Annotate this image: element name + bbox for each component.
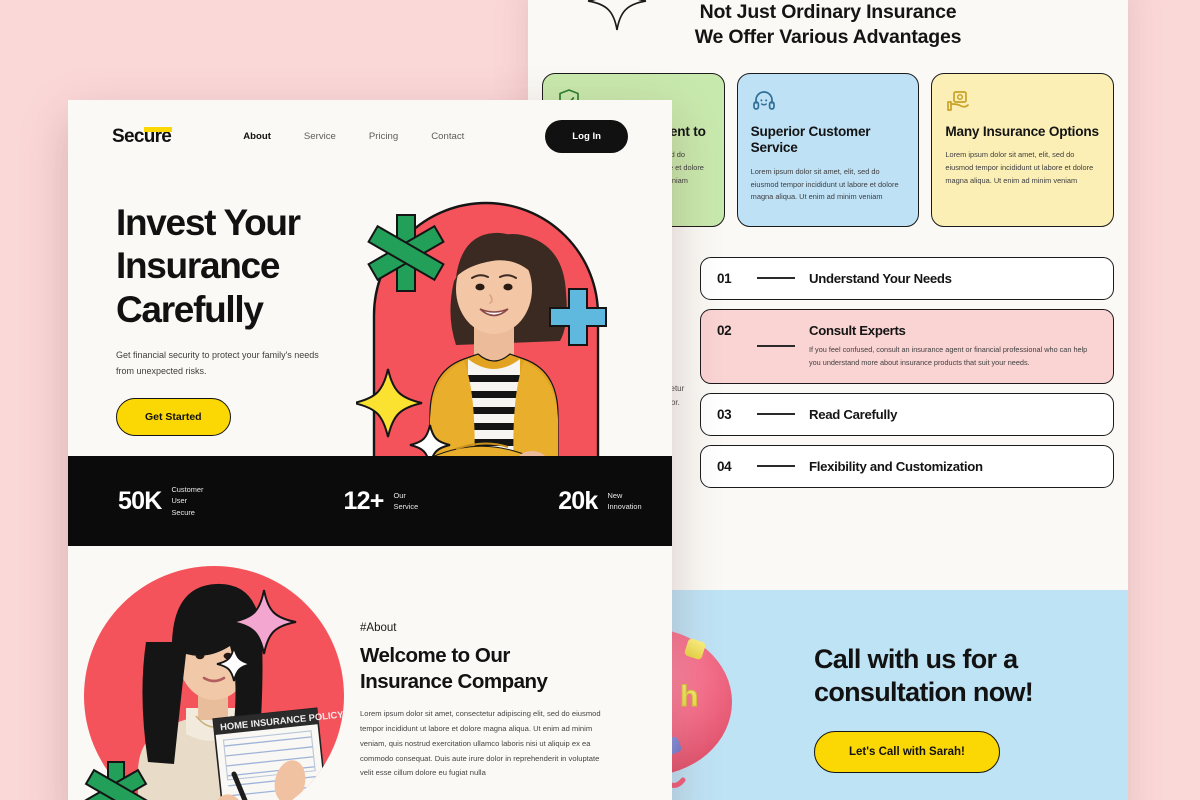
stat-label-line1: Our: [393, 490, 406, 500]
svg-text:h: h: [680, 680, 698, 713]
login-button[interactable]: Log In: [545, 120, 628, 153]
nav-link-service[interactable]: Service: [304, 131, 336, 142]
stat-label-line2: User Secure: [171, 496, 195, 517]
accordion-item-read-carefully[interactable]: 03 Read Carefully: [699, 392, 1114, 436]
advantages-header: Not Just Ordinary Insurance We Offer Var…: [528, 0, 1128, 63]
step-number: 01: [716, 270, 732, 286]
consultation-copy: Call with us for a consultation now! Let…: [814, 643, 1128, 773]
step-number: 04: [716, 458, 732, 474]
advantage-card-body: Lorem ipsum dolor sit amet, elit, sed do…: [945, 150, 1094, 185]
consultation-title-line1: Call with us for a: [814, 644, 1018, 675]
stat-value: 50K: [118, 486, 162, 515]
advantage-card-body: Lorem ipsum dolor sit amet, elit, sed do…: [750, 166, 899, 202]
stat-label-line1: New: [607, 490, 623, 500]
about-illustration: HOME INSURANCE POLICY: [68, 546, 360, 800]
step-content: Understand Your Needs: [809, 271, 1097, 286]
logo[interactable]: Secure: [112, 126, 172, 148]
step-title: Understand Your Needs: [808, 270, 952, 286]
nav-link-about[interactable]: About: [243, 131, 271, 142]
logo-accent-bar: [144, 126, 172, 132]
stat-label: New Innovation: [608, 490, 642, 513]
hand-money-icon: [947, 90, 970, 111]
step-content: Read Carefully: [809, 407, 1097, 422]
step-title: Flexibility and Customization: [808, 458, 983, 474]
call-sarah-label: Let's Call with Sarah!: [849, 745, 965, 758]
consultation-title-line2: consultation now!: [814, 677, 1034, 707]
stat-services: 12+ Our Service: [344, 487, 419, 516]
stat-label-line2: Service: [393, 502, 419, 511]
step-number: 03: [716, 406, 732, 422]
advantages-title-line2: We Offer Various Advantages: [694, 26, 962, 49]
step-description: If you feel confused, consult an insuran…: [808, 344, 1088, 367]
steps-accordion: 01 Understand Your Needs 02 Consult Expe…: [699, 256, 1114, 488]
step-title: Read Carefully: [808, 406, 898, 422]
step-divider: [756, 407, 809, 422]
about-title: Welcome to Our Insurance Company: [360, 643, 642, 694]
about-copy: #About Welcome to Our Insurance Company …: [360, 546, 672, 800]
get-started-button[interactable]: Get Started: [116, 398, 231, 437]
get-started-label: Get Started: [145, 411, 202, 424]
stat-value: 20k: [558, 486, 598, 515]
accordion-item-understand-needs[interactable]: 01 Understand Your Needs: [699, 256, 1114, 300]
hero-copy: Invest Your Insurance Carefully Get fina…: [116, 197, 384, 453]
hero-section: Invest Your Insurance Carefully Get fina…: [68, 153, 672, 511]
stat-customers: 50K Customer User Secure: [118, 484, 204, 518]
step-content: Consult Experts If you feel confused, co…: [809, 323, 1097, 370]
about-body: Lorem ipsum dolor sit amet, consectetur …: [360, 709, 601, 778]
stat-label: Customer User Secure: [171, 484, 203, 518]
home-page-panel: Secure About Service Pricing Contact Log…: [68, 100, 672, 800]
nav-links: About Service Pricing Contact: [243, 131, 464, 142]
nav-link-contact[interactable]: Contact: [431, 131, 464, 142]
hero-title-line3: Carefully: [116, 288, 264, 330]
hero-title-line2: Insurance: [116, 245, 280, 287]
about-title-line1: Welcome to Our: [360, 644, 510, 667]
advantage-card-title: Many Insurance Options: [945, 123, 1099, 139]
step-content: Flexibility and Customization: [809, 459, 1097, 474]
stat-label-line2: Innovation: [607, 502, 642, 511]
step-number: 02: [716, 322, 732, 338]
accordion-item-flexibility[interactable]: 04 Flexibility and Customization: [699, 444, 1114, 488]
hero-title-line1: Invest Your: [116, 202, 301, 243]
headset-support-icon: [752, 90, 775, 110]
step-title: Consult Experts: [808, 322, 906, 338]
hero-title: Invest Your Insurance Carefully: [116, 201, 384, 331]
nav-link-pricing[interactable]: Pricing: [369, 131, 398, 142]
consultation-title: Call with us for a consultation now!: [814, 643, 1100, 709]
advantages-title-line1: Not Just Ordinary Insurance: [699, 1, 957, 23]
hero-subtitle: Get financial security to protect your f…: [116, 349, 319, 377]
advantage-card-insurance-options[interactable]: Many Insurance Options Lorem ipsum dolor…: [931, 72, 1115, 227]
advantage-card-title: Superior Customer Service: [750, 123, 871, 156]
stat-value: 12+: [343, 486, 385, 515]
about-title-line2: Insurance Company: [360, 669, 548, 693]
step-divider: [756, 459, 809, 474]
woman-with-policy-document-image: HOME INSURANCE POLICY: [84, 566, 344, 800]
stat-label: Our Service: [394, 490, 419, 513]
call-sarah-button[interactable]: Let's Call with Sarah!: [814, 730, 1000, 773]
about-section: HOME INSURANCE POLICY #About Welcome to …: [68, 546, 672, 800]
step-divider: [756, 271, 809, 286]
stats-bar: 50K Customer User Secure 12+ Our Service…: [68, 456, 672, 546]
step-divider: [756, 323, 809, 370]
sparkle-outline-icon: [587, 0, 647, 31]
stat-innovation: 20k New Innovation: [558, 487, 641, 516]
about-tag: #About: [360, 622, 397, 634]
stat-label-line1: Customer: [171, 484, 204, 494]
navbar: Secure About Service Pricing Contact Log…: [68, 100, 672, 153]
advantage-card-customer-service[interactable]: Superior Customer Service Lorem ipsum do…: [736, 72, 920, 227]
accordion-item-consult-experts[interactable]: 02 Consult Experts If you feel confused,…: [699, 308, 1114, 384]
